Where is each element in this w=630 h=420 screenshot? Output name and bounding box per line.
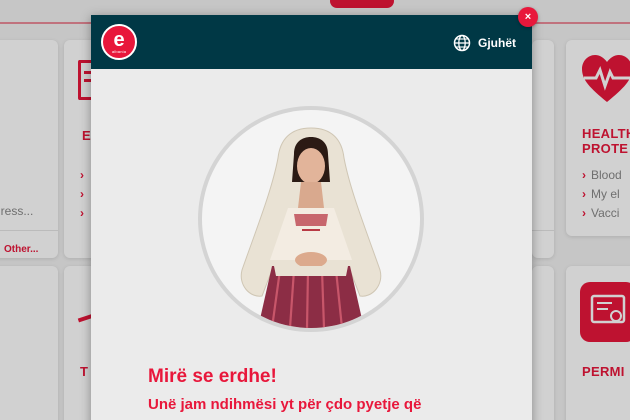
modal-header: e albania Gjuhët	[91, 15, 532, 69]
assistant-figure	[240, 127, 382, 328]
e-albania-logo: e albania	[101, 24, 137, 60]
assistant-modal: e albania Gjuhët Mirë se erdhe! Unë jam …	[91, 15, 532, 420]
close-button[interactable]: ×	[518, 7, 538, 27]
language-button[interactable]: Gjuhët	[453, 34, 516, 52]
welcome-message: Unë jam ndihmësi yt për çdo pyetje që	[148, 396, 422, 413]
logo-letter: e	[113, 28, 125, 51]
language-label: Gjuhët	[478, 36, 516, 50]
avatar-frame	[198, 106, 424, 332]
assistant-avatar	[202, 110, 420, 328]
globe-icon	[453, 34, 471, 52]
welcome-title: Mirë se erdhe!	[148, 366, 277, 387]
logo-subtext: albania	[111, 48, 127, 54]
